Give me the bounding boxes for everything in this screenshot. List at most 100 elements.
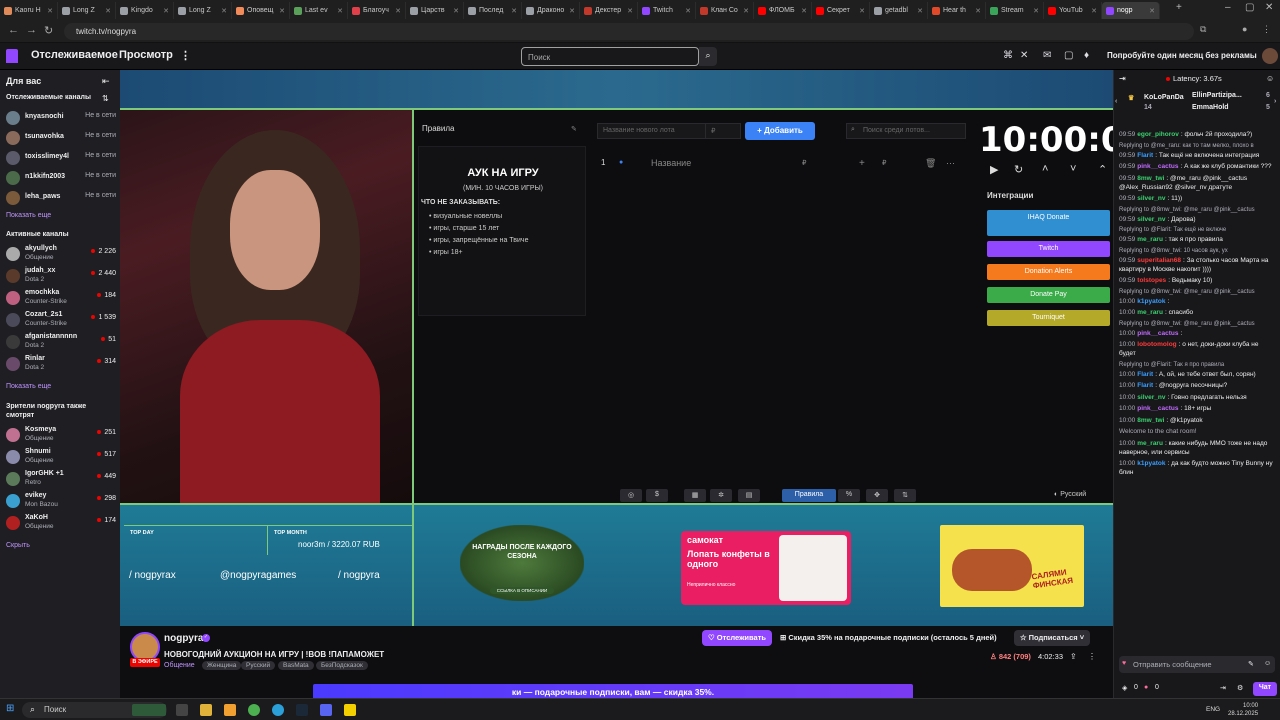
message-username[interactable]: k1pyatok <box>1137 460 1165 467</box>
tab-close-icon[interactable]: ✕ <box>917 7 923 15</box>
chat-message[interactable]: Replying to @Flarit: Так я про правила 10… <box>1119 361 1277 379</box>
start-icon[interactable]: ⊞ <box>6 703 14 714</box>
message-username[interactable]: 8mw_twi <box>1137 417 1164 424</box>
collapse-chat-icon[interactable]: ⇥ <box>1119 74 1126 83</box>
telegram-icon[interactable] <box>272 704 284 716</box>
browser-tab[interactable]: Клан Со ✕ <box>696 2 754 19</box>
tab-close-icon[interactable]: ✕ <box>1149 7 1155 15</box>
hype-next-icon[interactable]: › <box>1274 98 1276 105</box>
message-username[interactable]: me_raru <box>1137 236 1163 243</box>
language-indicator[interactable]: ENG <box>1206 706 1220 713</box>
discord-icon[interactable] <box>320 704 332 716</box>
browser-tab[interactable]: Оповещ ✕ <box>232 2 290 19</box>
bits-icon[interactable]: ⇥ <box>1220 684 1226 692</box>
widgets-icon[interactable] <box>132 704 166 716</box>
sidebar-channel[interactable]: Shnumi Общение 517 <box>6 448 116 466</box>
extensions-icon[interactable]: ⧉ <box>1200 24 1206 35</box>
chat-message[interactable]: 09:59 silver_nv: 11)) <box>1119 194 1277 203</box>
back-icon[interactable]: ← <box>8 24 19 36</box>
browser-tab[interactable]: ФЛОМБ ✕ <box>754 2 812 19</box>
close-window-button[interactable]: ✕ <box>1265 2 1273 13</box>
sidebar-channel[interactable]: tsunavohka Не в сети <box>6 129 116 147</box>
browser-tab[interactable]: Драконо ✕ <box>522 2 580 19</box>
chat-message[interactable]: 09:59 tolstopes: Ведьмаку 10) <box>1119 276 1277 285</box>
message-username[interactable]: superitalian68 <box>1137 257 1181 264</box>
sidebar-channel[interactable]: knyasnochi Не в сети <box>6 109 116 127</box>
chat-send-button[interactable]: Чат <box>1253 682 1277 696</box>
chat-message[interactable]: Replying to @me_raru: как то там мелко, … <box>1119 142 1277 160</box>
message-username[interactable]: Flarit <box>1137 382 1153 389</box>
message-username[interactable]: me_raru <box>1137 309 1163 316</box>
chat-message[interactable]: 09:59 8mw_twi: @me_raru @pink__cactus @Al… <box>1119 174 1277 192</box>
show-more-active[interactable]: Показать еще <box>6 383 51 390</box>
browser-tab[interactable]: Long Z ✕ <box>174 2 232 19</box>
sort-icon[interactable]: ⇅ <box>102 94 109 103</box>
sidebar-channel[interactable]: afganistannnnn Dota 2 51 <box>6 333 116 351</box>
chat-message[interactable]: 10:00 me_raru: спасибо <box>1119 308 1277 317</box>
chat-settings-icon[interactable]: ⚙ <box>1237 684 1243 692</box>
twitch-logo-icon[interactable] <box>6 49 18 63</box>
chat-message[interactable]: 09:59 pink__cactus: А как же клуб романти… <box>1119 162 1277 171</box>
sidebar-channel[interactable]: akyullych Общение 2 226 <box>6 245 116 263</box>
tab-close-icon[interactable]: ✕ <box>221 7 227 15</box>
tab-close-icon[interactable]: ✕ <box>975 7 981 15</box>
browser-tab[interactable]: Last ev ✕ <box>290 2 348 19</box>
browser-tab[interactable]: Царств ✕ <box>406 2 464 19</box>
tab-close-icon[interactable]: ✕ <box>1033 7 1039 15</box>
message-username[interactable]: silver_nv <box>1137 195 1165 202</box>
channel-name[interactable]: nogpyra <box>164 633 203 644</box>
steam-icon[interactable] <box>296 704 308 716</box>
message-username[interactable]: Flarit <box>1137 371 1153 378</box>
browser-tab[interactable]: Kingdo ✕ <box>116 2 174 19</box>
gift-sub-promo[interactable]: ⊞ Скидка 35% на подарочные подписки (ост… <box>780 633 997 642</box>
hide-link[interactable]: Скрыть <box>6 542 30 549</box>
sidebar-channel[interactable]: IgorGHK +1 Retro 449 <box>6 470 116 488</box>
tab-close-icon[interactable]: ✕ <box>163 7 169 15</box>
chat-message[interactable]: 10:00 Flarit: @nogpyra песочницы? <box>1119 381 1277 390</box>
collapse-sidebar-icon[interactable]: ⇤ <box>102 76 110 87</box>
browser-tab[interactable]: Hear th ✕ <box>928 2 986 19</box>
emote-icon[interactable]: ☺ <box>1264 660 1271 667</box>
chat-message[interactable]: Replying to @8mw_twi: 10 часов аук, ух 09… <box>1119 247 1277 274</box>
tab-close-icon[interactable]: ✕ <box>569 7 575 15</box>
tag[interactable]: БезПодсказок <box>316 661 368 670</box>
chat-message[interactable]: Replying to @Flarit: Так ещё не включе 09… <box>1119 226 1277 244</box>
sidebar-channel[interactable]: toxisslimey4l Не в сети <box>6 149 116 167</box>
share-icon[interactable]: ⇪ <box>1070 652 1077 661</box>
sidebar-channel[interactable]: evikey Mon Bazou 298 <box>6 492 116 510</box>
sidebar-channel[interactable]: Rinlar Dota 2 314 <box>6 355 116 373</box>
sidebar-channel[interactable]: emochkka Counter-Strike 184 <box>6 289 116 307</box>
browser-tab[interactable]: Декстер ✕ <box>580 2 638 19</box>
app-icon[interactable] <box>224 704 236 716</box>
browser-tab[interactable]: Twitch ✕ <box>638 2 696 19</box>
follow-button[interactable]: ♡ Отслеживать <box>702 630 772 646</box>
whispers-icon[interactable]: ▢ <box>1064 50 1073 61</box>
search-icon[interactable]: ⌕ <box>699 47 717 66</box>
show-more-followed[interactable]: Показать еще <box>6 212 51 219</box>
emote-picker-icon[interactable]: ✎ <box>1248 660 1254 668</box>
browser-tab[interactable]: Kaoru H ✕ <box>0 2 58 19</box>
browser-tab[interactable]: Благоуч ✕ <box>348 2 406 19</box>
message-username[interactable]: me_raru <box>1137 440 1163 447</box>
new-tab-button[interactable]: + <box>1176 2 1182 13</box>
tab-close-icon[interactable]: ✕ <box>105 7 111 15</box>
tab-close-icon[interactable]: ✕ <box>801 7 807 15</box>
tab-close-icon[interactable]: ✕ <box>859 7 865 15</box>
crown-icon[interactable]: ♦ <box>1084 50 1089 61</box>
message-username[interactable]: silver_nv <box>1137 216 1165 223</box>
obs-icon[interactable] <box>344 704 356 716</box>
message-username[interactable]: pink__cactus <box>1137 330 1178 337</box>
minimize-button[interactable]: – <box>1225 2 1231 13</box>
video-player[interactable]: Правила ✎ ↶ ↷ ⚙ АУК НА ИГРУ (МИН. 10 ЧАС… <box>120 70 1113 626</box>
menu-icon[interactable]: ⋮ <box>1262 24 1271 35</box>
ad-free-promo[interactable]: Попробуйте один месяц без рекламы <box>1107 51 1257 60</box>
message-username[interactable]: Flarit <box>1137 152 1153 159</box>
tag[interactable]: Русский <box>241 661 276 670</box>
url-field[interactable]: twitch.tv/nogpyra <box>64 23 1194 40</box>
chat-message[interactable]: Replying to @8mw_twi: @me_raru @pink__ca… <box>1119 320 1277 338</box>
tab-close-icon[interactable]: ✕ <box>685 7 691 15</box>
message-username[interactable]: tolstopes <box>1137 277 1166 284</box>
browser-tab[interactable]: Stream ✕ <box>986 2 1044 19</box>
chat-message[interactable]: 10:00 pink__cactus: 18+ игры <box>1119 404 1277 413</box>
translate-icon[interactable]: ✕ <box>1020 50 1028 61</box>
